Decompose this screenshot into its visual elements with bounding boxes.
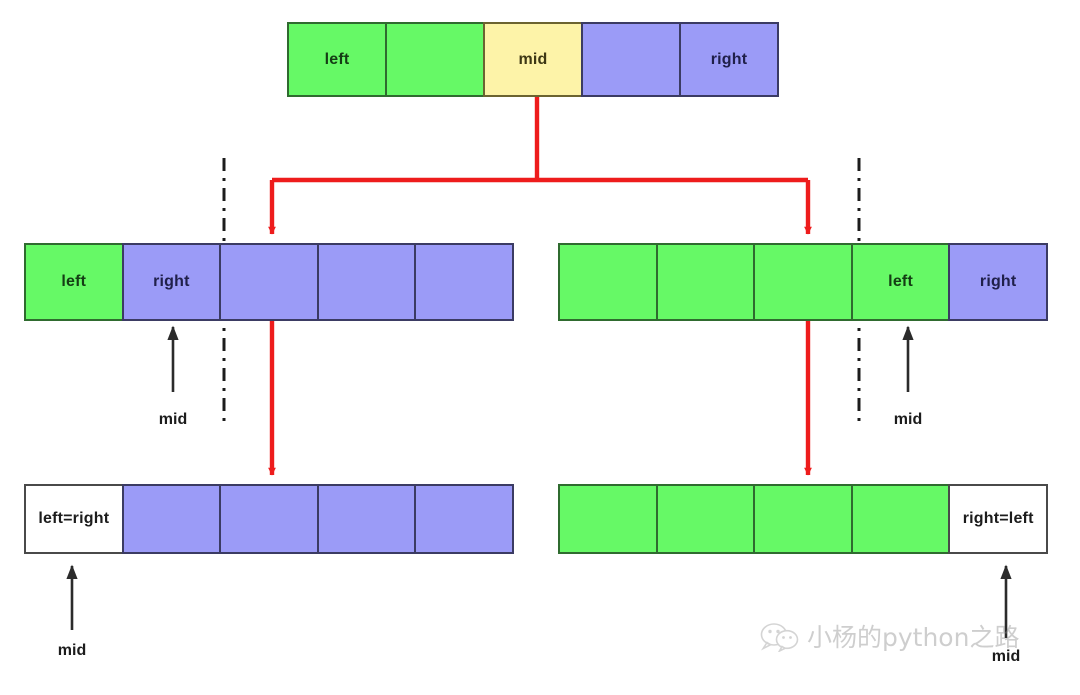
array-cell[interactable] <box>316 243 417 321</box>
array-cell[interactable] <box>850 484 951 554</box>
red-split-connector <box>268 97 812 235</box>
cell-label: mid <box>518 50 548 68</box>
array-cell[interactable] <box>414 484 514 554</box>
array-cell[interactable]: right=left <box>948 484 1048 554</box>
top-array: left mid right <box>287 22 787 97</box>
arrow-layer <box>66 97 1012 638</box>
array-cell[interactable] <box>316 484 417 554</box>
array-cell[interactable]: right <box>948 243 1048 321</box>
array-cell[interactable] <box>655 243 756 321</box>
mid-label-middle-right: mid <box>893 411 923 428</box>
bottom-right-array: right=left <box>558 484 1056 554</box>
cell-label: left <box>324 50 350 68</box>
array-cell[interactable] <box>219 243 319 321</box>
mid-label-bottom-left: mid <box>57 642 87 659</box>
watermark: 小杨的python之路 <box>760 622 1019 652</box>
middle-left-array: left right <box>24 243 522 321</box>
array-cell[interactable]: left <box>24 243 124 321</box>
cell-label: right <box>710 50 748 68</box>
array-cell[interactable] <box>753 484 853 554</box>
array-cell[interactable]: left <box>850 243 951 321</box>
cell-label: right=left <box>962 510 1034 527</box>
wechat-icon <box>760 623 799 652</box>
cell-label: left=right <box>38 510 110 527</box>
array-cell[interactable] <box>414 243 514 321</box>
array-cell[interactable]: right <box>121 243 222 321</box>
array-cell[interactable]: left <box>287 22 387 97</box>
array-cell[interactable] <box>385 22 485 97</box>
cell-label: right <box>979 273 1017 290</box>
array-cell[interactable] <box>753 243 853 321</box>
array-cell[interactable]: left=right <box>24 484 124 554</box>
cell-label: left <box>61 273 87 290</box>
diagram-canvas: left mid right left right left right lef… <box>0 0 1080 695</box>
array-cell[interactable] <box>581 22 681 97</box>
array-cell[interactable] <box>219 484 319 554</box>
mid-label-middle-left: mid <box>158 411 188 428</box>
array-cell-mid[interactable]: mid <box>483 22 583 97</box>
watermark-text: 小杨的python之路 <box>807 622 1020 652</box>
array-cell[interactable] <box>558 243 658 321</box>
middle-right-array: left right <box>558 243 1056 321</box>
cell-label: left <box>888 273 913 290</box>
array-cell[interactable]: right <box>679 22 779 97</box>
array-cell[interactable] <box>121 484 222 554</box>
cell-label: right <box>153 273 190 290</box>
bottom-left-array: left=right <box>24 484 522 554</box>
array-cell[interactable] <box>558 484 658 554</box>
array-cell[interactable] <box>655 484 756 554</box>
